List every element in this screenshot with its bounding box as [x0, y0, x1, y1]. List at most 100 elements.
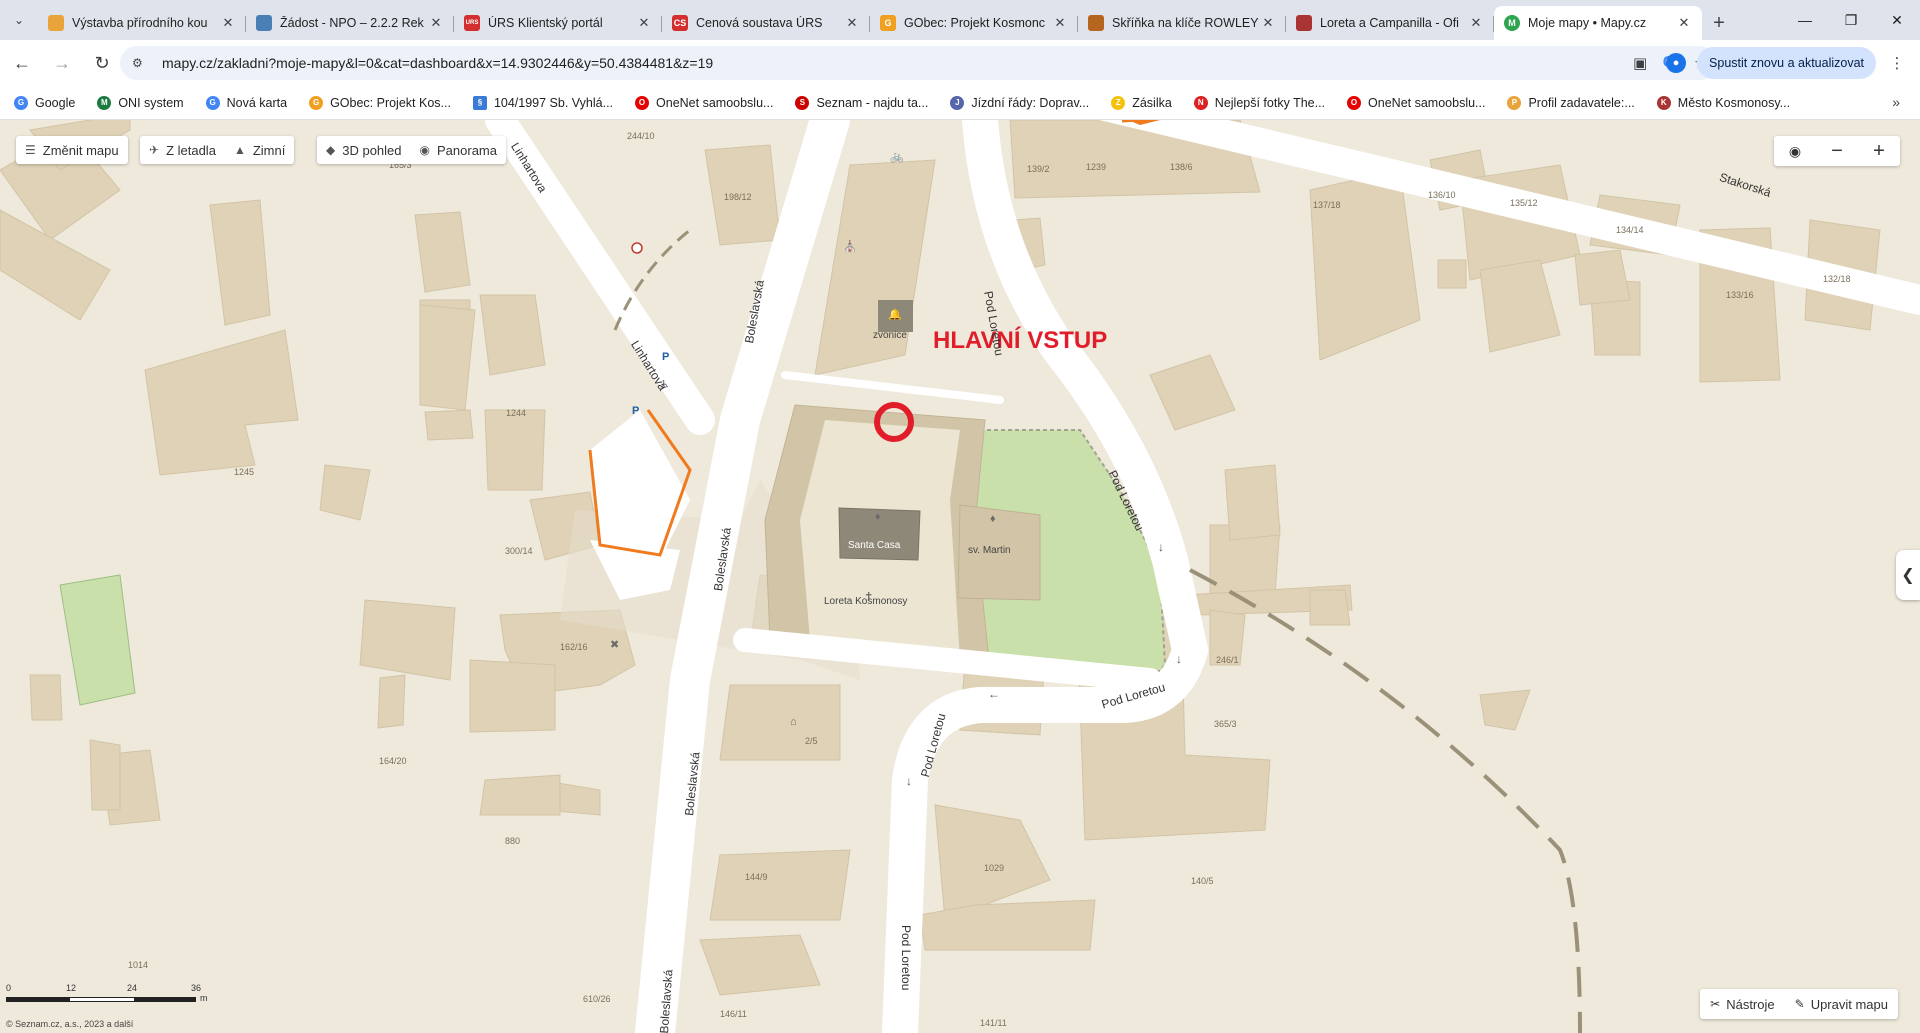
winter-button[interactable]: ▲ Zimní	[225, 136, 294, 164]
close-icon[interactable]: ✕	[220, 15, 236, 31]
tab-title: GObec: Projekt Kosmonc	[904, 16, 1046, 30]
tab-4[interactable]: G GObec: Projekt Kosmonc ✕	[870, 6, 1078, 40]
side-panel-icon[interactable]: ▣	[1625, 46, 1655, 80]
house-number: 198/12	[724, 192, 752, 202]
tools-button[interactable]: ✂ Nástroje	[1700, 997, 1784, 1012]
close-icon[interactable]: ✕	[636, 15, 652, 31]
bookmark-item[interactable]: S Seznam - najdu ta...	[795, 95, 928, 110]
bookmark-item[interactable]: Z Zásilka	[1111, 95, 1172, 110]
close-icon[interactable]: ✕	[844, 15, 860, 31]
bookmark-label: Zásilka	[1132, 95, 1172, 110]
locate-me-button[interactable]: ◉	[1774, 136, 1816, 166]
change-map-button[interactable]: ☰ Změnit mapu	[16, 136, 128, 164]
poi-label-sv-martin: sv. Martin	[968, 545, 1011, 556]
aerial-label: Z letadla	[166, 142, 216, 158]
bookmark-label: Nejlepší fotky The...	[1214, 95, 1326, 110]
aerial-button[interactable]: ✈ Z letadla	[140, 136, 225, 164]
tab-search-icon[interactable]: ⌄	[0, 0, 38, 40]
zoom-controls: ◉ − +	[1774, 136, 1900, 166]
bookmark-item[interactable]: G GObec: Projekt Kos...	[309, 95, 451, 110]
zoom-out-button[interactable]: −	[1816, 136, 1858, 166]
view-group: ◆ 3D pohled ◉ Panorama	[317, 136, 506, 164]
map-canvas[interactable]: ↓ ↓ ← ↓ 🚲 ⛪ 🔔 P P ♿ ♦ ♦ ✝ ⌂ ✖ HLAVNÍ VST…	[0, 120, 1920, 1033]
layers-icon: ☰	[25, 143, 36, 157]
svg-text:⛪: ⛪	[843, 239, 857, 253]
tab-6[interactable]: Loreta a Campanilla - Ofi ✕	[1286, 6, 1494, 40]
3d-view-button[interactable]: ◆ 3D pohled	[317, 136, 411, 164]
tab-0[interactable]: Výstavba přírodního kou ✕	[38, 6, 246, 40]
tab-5[interactable]: Skříňka na klíče ROWLEY ✕	[1078, 6, 1286, 40]
plane-icon: ✈	[149, 143, 160, 157]
restore-icon[interactable]: ❐	[1828, 0, 1874, 40]
profile-avatar-icon[interactable]: ●	[1661, 46, 1691, 80]
tab-title: Skříňka na klíče ROWLEY	[1112, 16, 1259, 30]
menu-kebab-icon[interactable]: ⋮	[1882, 46, 1912, 80]
close-icon[interactable]: ✕	[1052, 15, 1068, 31]
eye-icon: ◉	[419, 143, 430, 157]
house-number: 136/10	[1428, 190, 1456, 200]
change-map-group: ☰ Změnit mapu	[16, 136, 128, 164]
bookmark-item[interactable]: § 104/1997 Sb. Vyhlá...	[472, 95, 614, 110]
scale-tick: 0	[6, 983, 12, 993]
house-number: 246/1	[1216, 655, 1239, 665]
tab-7-active[interactable]: M Moje mapy • Mapy.cz ✕	[1494, 6, 1702, 40]
bookmark-label: Město Kosmonosy...	[1677, 95, 1791, 110]
scale-tick: 24	[127, 983, 138, 993]
bookmark-item[interactable]: O OneNet samoobslu...	[1347, 95, 1485, 110]
reload-icon[interactable]: ↻	[84, 45, 120, 81]
house-number: 144/9	[745, 872, 768, 882]
new-tab-button[interactable]: +	[1702, 6, 1736, 40]
edit-map-button[interactable]: ✎ Upravit mapu	[1785, 997, 1898, 1012]
panorama-button[interactable]: ◉ Panorama	[411, 136, 506, 164]
tab-favicon	[1296, 15, 1312, 31]
house-number: 133/16	[1726, 290, 1754, 300]
svg-text:⌂: ⌂	[790, 716, 797, 728]
close-icon[interactable]: ✕	[1468, 15, 1484, 31]
minimize-icon[interactable]: —	[1782, 0, 1828, 40]
tab-favicon: URS	[464, 15, 480, 31]
bookmark-item[interactable]: G Nová karta	[205, 95, 287, 110]
tab-2[interactable]: URS ÚRS Klientský portál ✕	[454, 6, 662, 40]
close-icon[interactable]: ✕	[1676, 15, 1692, 31]
map-copyright[interactable]: © Seznam.cz, a.s., 2023 a další	[6, 1019, 133, 1029]
house-number: 139/2	[1027, 164, 1050, 174]
url-text[interactable]: mapy.cz/zakladni?moje-mapy&l=0&cat=dashb…	[162, 55, 1653, 71]
close-window-icon[interactable]: ✕	[1874, 0, 1920, 40]
main-entrance-label: HLAVNÍ VSTUP	[933, 327, 1108, 354]
forward-icon[interactable]: →	[44, 45, 80, 81]
house-number: 365/3	[1214, 719, 1237, 729]
update-button[interactable]: Spustit znovu a aktualizovat	[1697, 47, 1876, 79]
tab-1[interactable]: Žádost - NPO – 2.2.2 Rek ✕	[246, 6, 454, 40]
site-info-icon[interactable]: ⚙	[132, 56, 148, 70]
bookmark-item[interactable]: M ONI system	[97, 95, 184, 110]
bookmark-item[interactable]: N Nejlepší fotky The...	[1193, 95, 1326, 110]
winter-label: Zimní	[252, 142, 286, 158]
photos-icon: N	[1193, 95, 1208, 110]
close-icon[interactable]: ✕	[1260, 15, 1276, 31]
back-icon[interactable]: ←	[4, 45, 40, 81]
map-style-group: ✈ Z letadla ▲ Zimní	[140, 136, 295, 164]
side-panel-toggle-icon[interactable]: ❮	[1896, 550, 1920, 600]
zoom-in-button[interactable]: +	[1858, 136, 1900, 166]
house-number: 1244	[506, 408, 527, 418]
bookmark-label: 104/1997 Sb. Vyhlá...	[493, 95, 614, 110]
seznam-icon: S	[795, 95, 810, 110]
bookmark-item[interactable]: G Google	[14, 95, 75, 110]
tab-favicon: G	[880, 15, 896, 31]
address-bar[interactable]: ⚙ mapy.cz/zakladni?moje-mapy&l=0&cat=das…	[120, 46, 1717, 80]
tab-title: Loreta a Campanilla - Ofi	[1320, 16, 1459, 30]
bookmarks-overflow-icon[interactable]: »	[1892, 94, 1900, 110]
close-icon[interactable]: ✕	[428, 15, 444, 31]
svg-text:P: P	[662, 351, 669, 363]
tab-favicon: M	[1504, 15, 1520, 31]
google-icon: G	[14, 95, 28, 110]
bookmark-item[interactable]: K Město Kosmonosy...	[1656, 95, 1791, 110]
tab-3[interactable]: CS Cenová soustava ÚRS ✕	[662, 6, 870, 40]
onenet-icon: O	[1347, 95, 1362, 110]
house-number: 1245	[234, 467, 255, 477]
law-icon: §	[472, 95, 487, 110]
tab-favicon	[48, 15, 64, 31]
bookmark-item[interactable]: P Profil zadavatele:...	[1507, 95, 1635, 110]
bookmark-item[interactable]: J Jízdní řády: Doprav...	[950, 95, 1089, 110]
bookmark-item[interactable]: O OneNet samoobslu...	[635, 95, 773, 110]
